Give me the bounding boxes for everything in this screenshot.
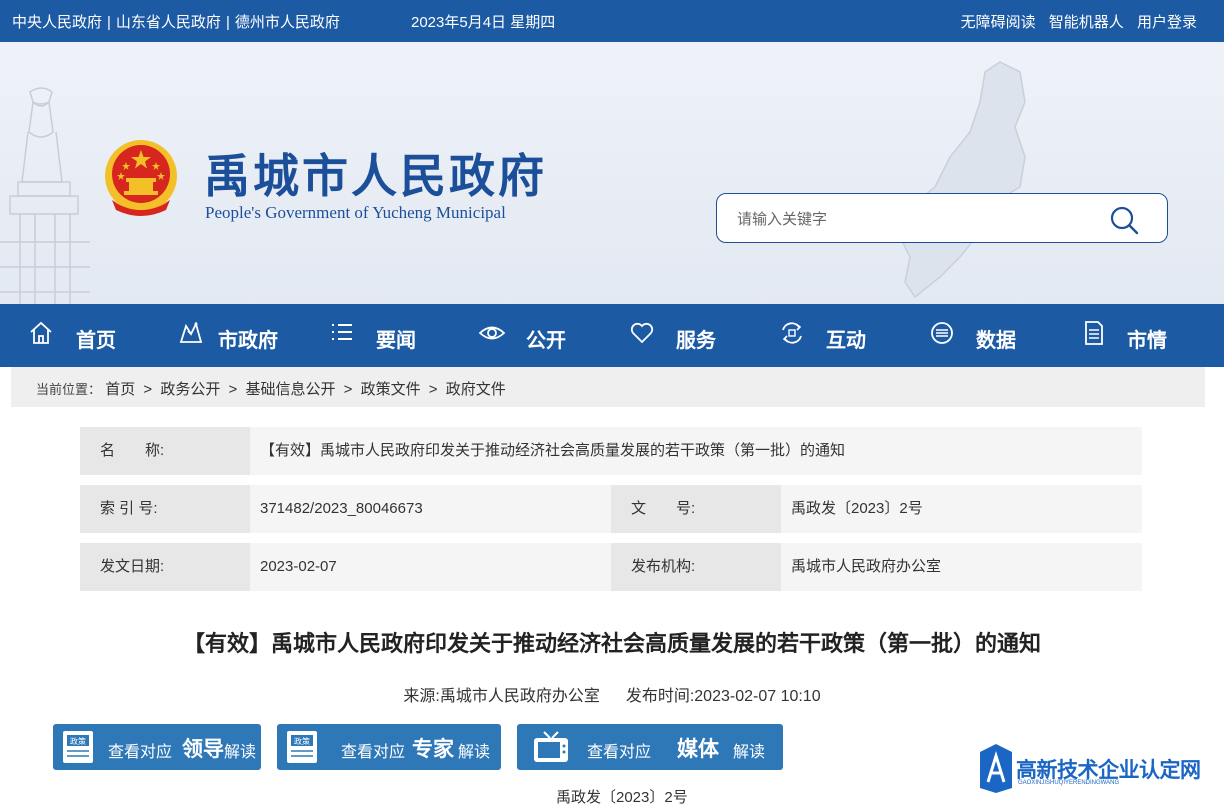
document-icon bbox=[1085, 321, 1103, 345]
nav-label: 市政府 bbox=[218, 330, 278, 352]
nav-label: 互动 bbox=[826, 330, 866, 352]
header-banner: 禹城市人民政府 People's Government of Yucheng M… bbox=[0, 42, 1224, 304]
map-silhouette bbox=[899, 61, 1026, 299]
breadcrumb-separator: > bbox=[228, 381, 238, 398]
nav-label: 数据 bbox=[976, 330, 1016, 352]
breadcrumb: 当前位置： 首页 > 政务公开 > 基础信息公开 > 政策文件 > 政府文件 bbox=[11, 367, 1205, 407]
info-key: 发布机构: bbox=[611, 543, 781, 591]
link-shandong-gov[interactable]: 山东省人民政府 bbox=[116, 14, 221, 31]
heart-icon bbox=[630, 322, 654, 344]
watermark-logo bbox=[980, 744, 1012, 793]
current-date: 2023年5月4日 星期四 bbox=[411, 14, 556, 31]
button-emphasis: 媒体 bbox=[677, 738, 719, 761]
search-input[interactable] bbox=[737, 207, 1097, 231]
watermark: 高新技术企业认定网 GAOXINJISHUQIYERENDINGWANG bbox=[976, 744, 1224, 793]
breadcrumb-basic-info[interactable]: 基础信息公开 bbox=[245, 381, 335, 398]
button-emphasis: 领导 bbox=[182, 738, 224, 761]
button-prefix: 查看对应 bbox=[108, 744, 173, 761]
government-icon bbox=[179, 321, 203, 343]
top-right-links: 无障碍阅读 智能机器人 用户登录 bbox=[952, 11, 1197, 32]
nav-label: 市情 bbox=[1127, 330, 1167, 352]
info-row-index: 索 引 号: 371482/2023_80046673 文 号: 禹政发〔202… bbox=[80, 485, 1142, 533]
accessibility-link[interactable]: 无障碍阅读 bbox=[961, 14, 1036, 31]
nav-item-open[interactable]: 公开 bbox=[479, 304, 589, 367]
info-value: 371482/2023_80046673 bbox=[250, 485, 611, 533]
button-prefix: 查看对应 bbox=[341, 744, 406, 761]
nav-label: 公开 bbox=[526, 330, 566, 352]
policy-book-icon: 政策 bbox=[287, 731, 317, 763]
document-number-line: 禹政发〔2023〕2号 bbox=[556, 789, 688, 806]
nav-item-interact[interactable]: 互动 bbox=[779, 304, 889, 367]
info-key: 发文日期: bbox=[80, 543, 250, 591]
svg-text:政策: 政策 bbox=[70, 736, 86, 746]
nav-label: 要闻 bbox=[376, 330, 416, 352]
statue-illustration bbox=[0, 87, 90, 304]
info-value: 禹政发〔2023〕2号 bbox=[781, 485, 1142, 533]
nav-item-news[interactable]: 要闻 bbox=[329, 304, 439, 367]
breadcrumb-separator: > bbox=[343, 381, 353, 398]
top-bar: 中央人民政府 | 山东省人民政府 | 德州市人民政府 2023年5月4日 星期四 无障碍… bbox=[0, 0, 1224, 42]
nav-item-service[interactable]: 服务 bbox=[629, 304, 739, 367]
media-interpretation-button[interactable]: 查看对应 媒体 解读 bbox=[517, 724, 783, 770]
button-suffix: 解读 bbox=[224, 744, 257, 761]
top-links: 中央人民政府 | 山东省人民政府 | 德州市人民政府 bbox=[12, 11, 340, 32]
info-value: 【有效】禹城市人民政府印发关于推动经济社会高质量发展的若干政策（第一批）的通知 bbox=[250, 427, 1142, 475]
link-dezhou-gov[interactable]: 德州市人民政府 bbox=[235, 14, 340, 31]
home-icon bbox=[30, 321, 52, 344]
robot-link[interactable]: 智能机器人 bbox=[1049, 14, 1124, 31]
tv-icon bbox=[534, 731, 568, 762]
policy-book-icon: 政策 bbox=[63, 731, 93, 763]
nav-item-data[interactable]: 数据 bbox=[929, 304, 1039, 367]
info-key: 文 号: bbox=[611, 485, 781, 533]
leader-interpretation-button[interactable]: 政策 查看对应 领导 解读 bbox=[53, 724, 261, 770]
article-publish-time: 发布时间:2023-02-07 10:10 bbox=[625, 688, 821, 705]
info-row-name: 名 称: 【有效】禹城市人民政府印发关于推动经济社会高质量发展的若干政策（第一批… bbox=[80, 427, 1142, 475]
breadcrumb-affairs[interactable]: 政务公开 bbox=[160, 381, 220, 398]
breadcrumb-separator: > bbox=[143, 381, 153, 398]
info-row-date: 发文日期: 2023-02-07 发布机构: 禹城市人民政府办公室 bbox=[80, 543, 1142, 591]
nav-label: 首页 bbox=[76, 330, 116, 352]
interact-icon bbox=[782, 322, 802, 344]
search-icon[interactable] bbox=[1109, 205, 1139, 235]
nav-item-home[interactable]: 首页 bbox=[28, 304, 138, 367]
article-meta: 来源:禹城市人民政府办公室 发布时间:2023-02-07 10:10 bbox=[0, 682, 1224, 706]
info-key: 索 引 号: bbox=[80, 485, 250, 533]
button-emphasis: 专家 bbox=[412, 738, 454, 761]
watermark-subtitle: GAOXINJISHUQIYERENDINGWANG bbox=[1018, 780, 1120, 786]
data-icon bbox=[931, 322, 953, 344]
expert-interpretation-button[interactable]: 政策 查看对应 专家 解读 bbox=[277, 724, 501, 770]
svg-text:政策: 政策 bbox=[294, 736, 310, 746]
button-suffix: 解读 bbox=[733, 744, 766, 761]
breadcrumb-prefix: 当前位置： bbox=[36, 382, 102, 397]
button-suffix: 解读 bbox=[458, 744, 491, 761]
nav-item-city[interactable]: 市情 bbox=[1081, 304, 1191, 367]
article-title: 【有效】禹城市人民政府印发关于推动经济社会高质量发展的若干政策（第一批）的通知 bbox=[182, 631, 1041, 656]
breadcrumb-gov-docs[interactable]: 政府文件 bbox=[446, 381, 506, 398]
eye-icon bbox=[479, 326, 505, 340]
info-value: 2023-02-07 bbox=[250, 543, 611, 591]
button-prefix: 查看对应 bbox=[587, 744, 652, 761]
separator: | bbox=[107, 14, 111, 31]
separator: | bbox=[225, 14, 230, 31]
list-icon bbox=[332, 324, 352, 340]
nav-label: 服务 bbox=[676, 330, 716, 352]
link-central-gov[interactable]: 中央人民政府 bbox=[12, 14, 102, 31]
breadcrumb-policy[interactable]: 政策文件 bbox=[361, 381, 421, 398]
site-subtitle: People's Government of Yucheng Municipal bbox=[205, 203, 506, 222]
site-title: 禹城市人民政府 bbox=[204, 149, 547, 203]
login-link[interactable]: 用户登录 bbox=[1137, 14, 1197, 31]
info-value: 禹城市人民政府办公室 bbox=[781, 543, 1142, 591]
breadcrumb-home[interactable]: 首页 bbox=[105, 381, 135, 398]
main-nav: 首页 市政府 要闻 公开 服务 互动 数据 市情 bbox=[0, 304, 1224, 367]
national-emblem-icon bbox=[105, 140, 177, 216]
info-key: 名 称: bbox=[80, 427, 250, 475]
search-box bbox=[716, 193, 1168, 243]
nav-item-government[interactable]: 市政府 bbox=[178, 304, 298, 367]
breadcrumb-separator: > bbox=[428, 381, 438, 398]
article-source: 来源:禹城市人民政府办公室 bbox=[403, 688, 600, 705]
